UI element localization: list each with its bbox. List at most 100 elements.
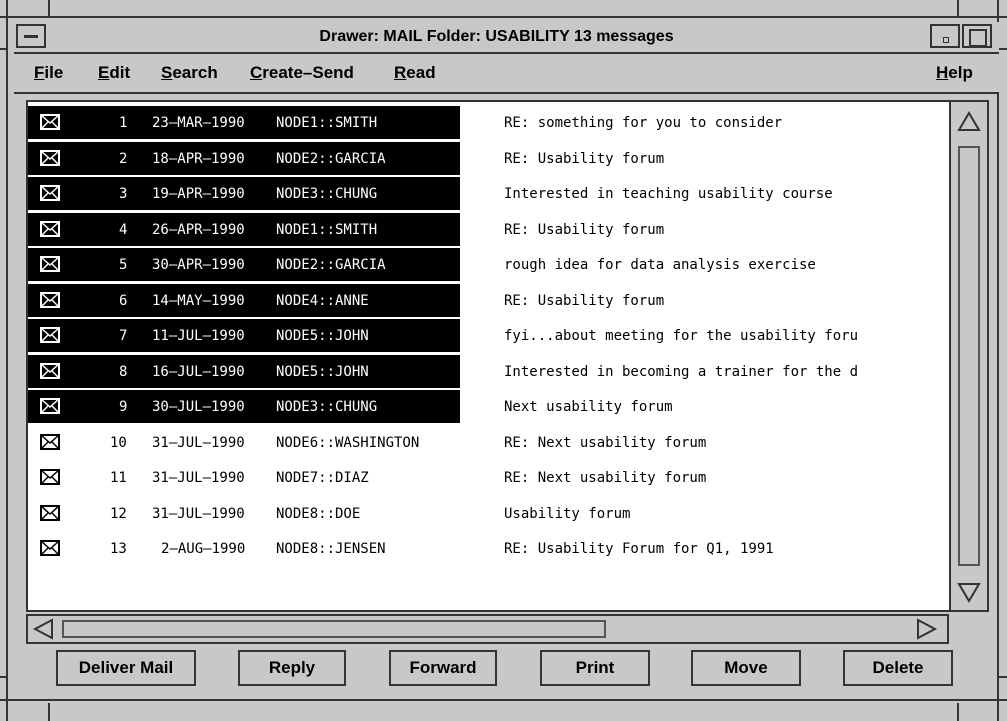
message-list[interactable]: 1 23–MAR–1990 NODE1::SMITH RE: something fo… [26, 100, 949, 612]
message-number: 8 [119, 363, 128, 380]
message-row[interactable]: 4 26–APR–1990 NODE1::SMITH RE: Usability fo… [28, 212, 949, 246]
message-subject: RE: Next usability forum [504, 434, 707, 451]
menu-file-mnemonic: F [34, 63, 45, 82]
envelope-icon [40, 468, 60, 486]
frame-top-edge [0, 16, 1007, 18]
menu-help-label: elp [948, 63, 973, 82]
envelope-icon [40, 433, 60, 451]
message-row[interactable]: 11 31–JUL–1990 NODE7::DIAZ RE: Next usabili… [28, 461, 949, 494]
delete-button[interactable]: Delete [843, 650, 953, 686]
minimize-button[interactable] [930, 24, 960, 48]
message-row[interactable]: 8 16–JUL–1990 NODE5::JOHN Interested in bec… [28, 354, 949, 388]
menu-edit-label: dit [109, 63, 131, 82]
message-sender: NODE5::JOHN [276, 363, 369, 380]
message-number: 7 [119, 328, 128, 344]
message-row[interactable]: 13 2–AUG–1990 NODE8::JENSEN RE: Usability F… [28, 532, 949, 565]
message-subject: Interested in becoming a trainer for the… [504, 363, 859, 380]
message-sender: NODE8::JENSEN [276, 541, 386, 557]
envelope-icon [40, 220, 60, 238]
envelope-icon [40, 184, 60, 202]
message-subject: Interested in teaching usability course [504, 186, 833, 202]
message-sender: NODE3::CHUNG [276, 186, 378, 202]
frame-corner-tr [957, 0, 959, 18]
menu-edit[interactable]: Edit [98, 63, 130, 83]
envelope-icon [40, 149, 60, 167]
message-date: 31–JUL–1990 [152, 505, 245, 522]
message-row[interactable]: 5 30–APR–1990 NODE2::GARCIA rough idea for … [28, 248, 949, 281]
menu-file[interactable]: File [34, 63, 63, 83]
envelope-icon [40, 539, 60, 557]
vertical-scrollbar[interactable] [949, 100, 989, 612]
title-bar[interactable]: Drawer: MAIL Folder: USABILITY 13 messag… [14, 22, 999, 54]
menu-help[interactable]: Help [936, 63, 973, 83]
deliver-mail-button[interactable]: Deliver Mail [56, 650, 196, 686]
message-date: 11–JUL–1990 [152, 328, 245, 344]
message-row[interactable]: 2 18–APR–1990 NODE2::GARCIA RE: Usability f… [28, 141, 949, 175]
message-number: 3 [119, 186, 128, 202]
message-subject: rough idea for data analysis exercise [504, 257, 816, 273]
menu-search-label: earch [172, 63, 218, 82]
message-date: 31–JUL–1990 [152, 434, 245, 451]
scroll-left-arrow-icon[interactable] [32, 618, 56, 640]
menu-search-mnemonic: S [161, 63, 173, 82]
message-row[interactable]: 10 31–JUL–1990 NODE6::WASHINGTON RE: Next u… [28, 426, 949, 459]
message-number: 5 [119, 257, 128, 273]
menu-create-send-mnemonic: C [250, 63, 263, 82]
message-subject: RE: Next usability forum [504, 470, 707, 486]
message-date: 18–APR–1990 [152, 150, 245, 167]
message-sender: NODE3::CHUNG [276, 399, 378, 415]
frame-corner-br [957, 703, 959, 721]
move-button[interactable]: Move [691, 650, 801, 686]
scroll-down-arrow-icon[interactable] [957, 580, 981, 604]
message-row[interactable]: 6 14–MAY–1990 NODE4::ANNE RE: Usability for… [28, 283, 949, 317]
scroll-right-arrow-icon[interactable] [914, 618, 938, 640]
menu-read[interactable]: Read [394, 63, 436, 83]
horizontal-scrollbar[interactable] [26, 614, 949, 644]
message-date: 31–JUL–1990 [152, 470, 245, 486]
forward-button[interactable]: Forward [389, 650, 497, 686]
menu-bar: File Edit Search Create–Send Read Help [14, 54, 999, 94]
message-row[interactable]: 7 11–JUL–1990 NODE5::JOHN fyi...about meeti… [28, 319, 949, 352]
print-button[interactable]: Print [540, 650, 650, 686]
minimize-icon [943, 37, 949, 43]
message-subject: RE: Usability forum [504, 150, 665, 167]
menu-file-label: ile [44, 63, 64, 82]
frame-left-edge [6, 0, 8, 721]
frame-notch-right-bottom [997, 676, 1007, 678]
message-number: 1 [119, 115, 128, 131]
frame-notch-left-bottom [0, 676, 8, 678]
message-number: 10 [110, 434, 127, 451]
window-menu-icon [24, 35, 38, 38]
vertical-scroll-thumb[interactable] [958, 146, 980, 566]
message-sender: NODE2::GARCIA [276, 150, 386, 167]
envelope-icon [40, 255, 60, 273]
menu-search[interactable]: Search [161, 63, 218, 83]
message-row[interactable]: 12 31–JUL–1990 NODE8::DOE Usability forum [28, 497, 949, 530]
message-row[interactable]: 9 30–JUL–1990 NODE3::CHUNG Next usability f… [28, 390, 949, 423]
message-number: 13 [110, 541, 127, 557]
reply-button[interactable]: Reply [238, 650, 346, 686]
menu-create-send[interactable]: Create–Send [250, 63, 354, 83]
menu-read-mnemonic: R [394, 63, 407, 82]
window-menu-button[interactable] [16, 24, 46, 48]
scroll-up-arrow-icon[interactable] [957, 110, 981, 134]
message-number: 9 [119, 399, 128, 415]
message-date: 23–MAR–1990 [152, 115, 245, 131]
message-row[interactable]: 3 19–APR–1990 NODE3::CHUNG Interested in te… [28, 177, 949, 210]
message-number: 11 [110, 470, 127, 486]
message-sender: NODE1::SMITH [276, 221, 378, 238]
message-sender: NODE1::SMITH [276, 115, 378, 131]
maximize-button[interactable] [962, 24, 992, 48]
message-row[interactable]: 1 23–MAR–1990 NODE1::SMITH RE: something fo… [28, 106, 949, 139]
envelope-icon [40, 504, 60, 522]
message-subject: Usability forum [504, 505, 631, 522]
envelope-icon [40, 291, 60, 309]
mail-window: Drawer: MAIL Folder: USABILITY 13 messag… [0, 0, 1007, 721]
message-sender: NODE7::DIAZ [276, 470, 369, 486]
message-sender: NODE6::WASHINGTON [276, 434, 420, 451]
envelope-icon [40, 326, 60, 344]
envelope-icon [40, 113, 60, 131]
message-sender: NODE2::GARCIA [276, 257, 386, 273]
message-date: 16–JUL–1990 [152, 363, 245, 380]
horizontal-scroll-thumb[interactable] [62, 620, 606, 638]
